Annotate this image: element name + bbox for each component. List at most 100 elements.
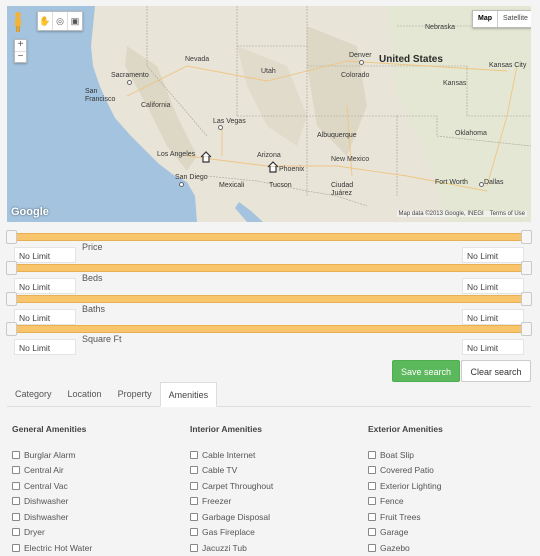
circle-icon[interactable]: ◎ — [53, 12, 68, 30]
square-ft-max-input[interactable]: No Limit — [462, 339, 524, 355]
zoom-in-button[interactable]: + — [15, 40, 26, 52]
hand-icon[interactable]: ✋ — [38, 12, 53, 30]
amenity-option[interactable]: Burglar Alarm — [12, 447, 92, 463]
checkbox[interactable] — [368, 512, 376, 521]
amenity-option[interactable]: Garbage Disposal — [190, 509, 273, 525]
price-min-input[interactable]: No Limit — [14, 247, 76, 263]
checkbox[interactable] — [368, 450, 376, 459]
map-label-kansas-city: Kansas City — [489, 62, 527, 69]
amenity-label: Central Vac — [24, 480, 68, 491]
amenity-label: Burglar Alarm — [24, 449, 76, 460]
checkbox[interactable] — [368, 466, 376, 475]
amenity-option[interactable]: Central Air — [12, 463, 92, 479]
amenity-option[interactable]: Dishwasher — [12, 494, 92, 510]
amenity-option[interactable]: Cable Internet — [190, 447, 273, 463]
map-label-utah: Utah — [261, 68, 276, 75]
amenity-label: Dryer — [24, 527, 45, 538]
checkbox[interactable] — [12, 528, 20, 537]
clear-search-button[interactable]: Clear search — [461, 360, 531, 382]
beds-max-input[interactable]: No Limit — [462, 278, 524, 294]
amenity-option[interactable]: Carpet Throughout — [190, 478, 273, 494]
amenity-option[interactable]: Gazebo — [368, 540, 443, 556]
tab-category[interactable]: Category — [7, 382, 60, 406]
checkbox[interactable] — [190, 466, 198, 475]
amenity-option[interactable]: Garage — [368, 525, 443, 541]
price-slider-min-handle[interactable] — [6, 230, 17, 244]
checkbox[interactable] — [190, 512, 198, 521]
square-ft-min-input[interactable]: No Limit — [14, 339, 76, 355]
beds-slider-track[interactable] — [10, 264, 528, 272]
price-slider-track[interactable] — [10, 233, 528, 241]
checkbox[interactable] — [190, 481, 198, 490]
pegman-icon[interactable] — [13, 11, 23, 33]
map-label-arizona: Arizona — [257, 152, 281, 159]
checkbox[interactable] — [190, 543, 198, 552]
amenity-option[interactable]: Jacuzzi Tub — [190, 540, 273, 556]
checkbox[interactable] — [12, 497, 20, 506]
checkbox[interactable] — [12, 466, 20, 475]
amenity-option[interactable]: Fence — [368, 494, 443, 510]
checkbox[interactable] — [12, 512, 20, 521]
tab-amenities[interactable]: Amenities — [159, 382, 218, 407]
terms-of-use-link[interactable]: Terms of Use — [490, 211, 525, 217]
amenity-option[interactable]: Gas Fireplace — [190, 525, 273, 541]
amenity-option[interactable]: Fruit Trees — [368, 509, 443, 525]
house-marker-icon[interactable] — [200, 151, 212, 163]
city-dot — [359, 60, 364, 65]
amenity-option[interactable]: Covered Patio — [368, 463, 443, 479]
tab-property[interactable]: Property — [110, 382, 160, 406]
zoom-out-button[interactable]: − — [15, 51, 26, 63]
checkbox[interactable] — [368, 543, 376, 552]
baths-min-input[interactable]: No Limit — [14, 309, 76, 325]
beds-slider-min-handle[interactable] — [6, 261, 17, 275]
baths-slider-track[interactable] — [10, 295, 528, 303]
save-search-button[interactable]: Save search — [392, 360, 460, 382]
baths-slider-max-handle[interactable] — [521, 292, 532, 306]
tab-location[interactable]: Location — [60, 382, 110, 406]
checkbox[interactable] — [190, 450, 198, 459]
square-ft-slider-min-handle[interactable] — [6, 322, 17, 336]
baths-filter: Baths No Limit No Limit — [6, 292, 532, 325]
baths-max-input[interactable]: No Limit — [462, 309, 524, 325]
amenity-option[interactable]: Freezer — [190, 494, 273, 510]
amenity-label: Exterior Lighting — [380, 480, 442, 491]
amenity-option[interactable]: Dishwasher — [12, 509, 92, 525]
map-label-mexicali: Mexicali — [219, 182, 245, 189]
map-label-albuquerque: Albuquerque — [317, 132, 357, 139]
map[interactable]: Nebraska Nevada Utah Denver United State… — [7, 6, 531, 222]
map-type-satellite-button[interactable]: Satellite — [498, 11, 531, 27]
map-label-united-states: United States — [379, 54, 443, 65]
baths-slider-min-handle[interactable] — [6, 292, 17, 306]
checkbox[interactable] — [190, 497, 198, 506]
price-max-input[interactable]: No Limit — [462, 247, 524, 263]
beds-min-input[interactable]: No Limit — [14, 278, 76, 294]
house-marker-icon[interactable] — [267, 161, 279, 173]
amenity-label: Freezer — [202, 496, 232, 507]
square-icon[interactable]: ▣ — [68, 12, 82, 30]
beds-slider-max-handle[interactable] — [521, 261, 532, 275]
amenity-label: Gas Fireplace — [202, 527, 255, 538]
interior-amenities-column: Interior Amenities Cable Internet Cable … — [190, 424, 273, 556]
checkbox[interactable] — [190, 528, 198, 537]
amenity-option[interactable]: Boat Slip — [368, 447, 443, 463]
checkbox[interactable] — [368, 528, 376, 537]
amenity-option[interactable]: Central Vac — [12, 478, 92, 494]
checkbox[interactable] — [368, 497, 376, 506]
square-ft-slider-track[interactable] — [10, 325, 528, 333]
map-type-map-button[interactable]: Map — [473, 11, 498, 27]
map-data-credit: Map data ©2013 Google, INEGI — [398, 211, 484, 217]
map-label-kansas: Kansas — [443, 80, 467, 87]
square-ft-slider-max-handle[interactable] — [521, 322, 532, 336]
amenity-option[interactable]: Dryer — [12, 525, 92, 541]
amenity-option[interactable]: Electric Hot Water — [12, 540, 92, 556]
amenity-option[interactable]: Cable TV — [190, 463, 273, 479]
checkbox[interactable] — [12, 450, 20, 459]
checkbox[interactable] — [12, 543, 20, 552]
checkbox[interactable] — [12, 481, 20, 490]
map-label-new-mexico: New Mexico — [331, 156, 370, 163]
price-slider-max-handle[interactable] — [521, 230, 532, 244]
amenity-option[interactable]: Exterior Lighting — [368, 478, 443, 494]
checkbox[interactable] — [368, 481, 376, 490]
amenity-label: Jacuzzi Tub — [202, 542, 247, 553]
amenity-label: Fruit Trees — [380, 511, 421, 522]
